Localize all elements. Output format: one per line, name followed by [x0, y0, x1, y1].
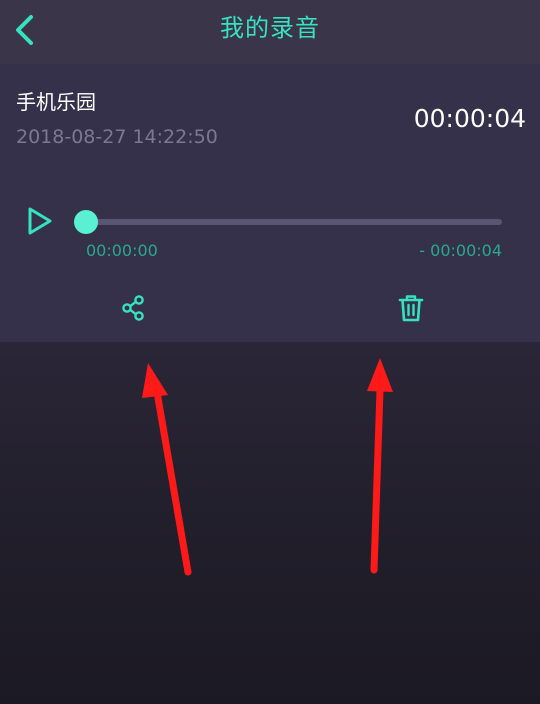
delete-button[interactable]: [396, 293, 426, 323]
play-button[interactable]: [22, 204, 56, 238]
play-icon: [28, 207, 52, 235]
trash-icon: [398, 295, 424, 322]
annotation-arrow-share: [142, 363, 192, 576]
recording-name: 手机乐园: [16, 90, 96, 114]
header-bar: 我的录音: [0, 0, 540, 64]
recording-date: 2018-08-27 14:22:50: [16, 126, 218, 148]
share-button[interactable]: [120, 294, 148, 322]
remaining-time: - 00:00:04: [419, 241, 502, 260]
progress-thumb[interactable]: [74, 210, 98, 234]
annotation-arrow-delete: [367, 358, 393, 574]
elapsed-time: 00:00:00: [86, 241, 158, 260]
page-title: 我的录音: [220, 14, 320, 42]
progress-track[interactable]: [86, 219, 502, 225]
share-icon: [122, 295, 144, 321]
recording-duration: 00:00:04: [413, 104, 526, 133]
